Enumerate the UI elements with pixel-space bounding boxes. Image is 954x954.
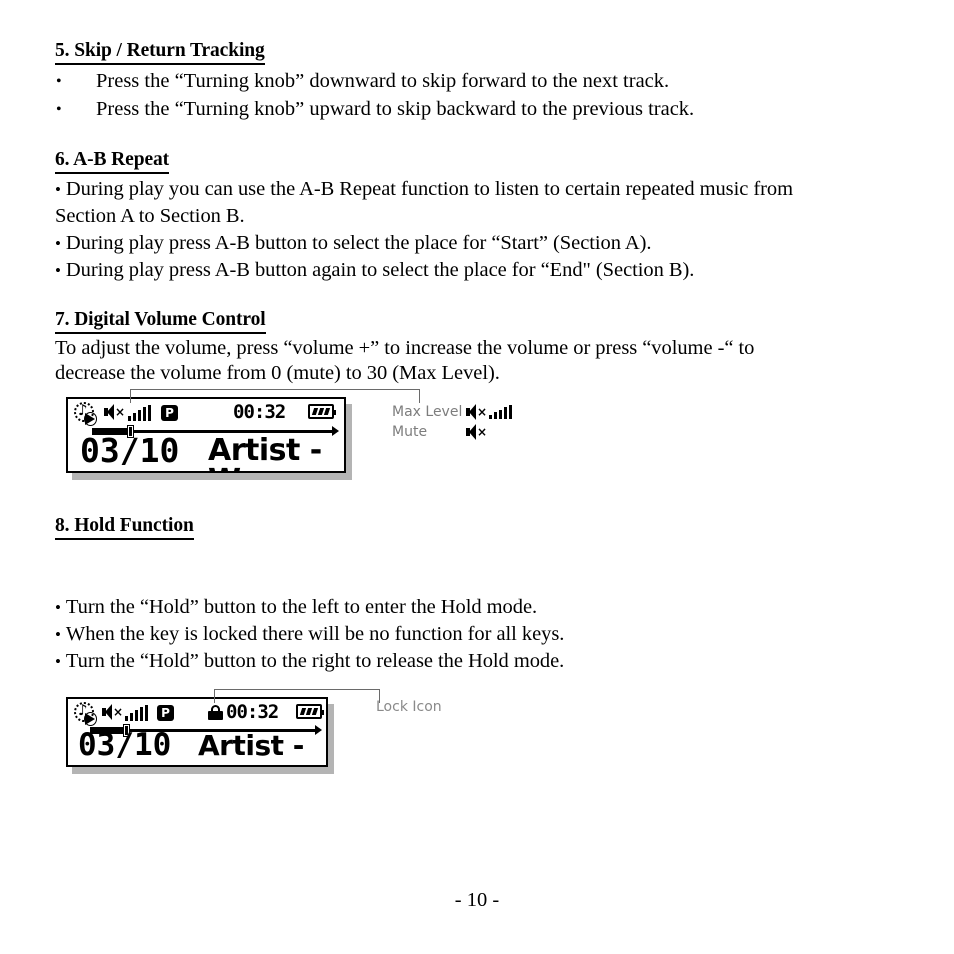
paragraph-ab-repeat-line2: Section A to Section B. bbox=[55, 203, 245, 230]
speaker-icon: × bbox=[102, 704, 123, 720]
lcd-track-number: 03/10 bbox=[78, 727, 172, 763]
callout-line-horizontal bbox=[130, 389, 420, 390]
lcd-track-row: 03/10 Artist - Wa bbox=[68, 727, 326, 766]
lock-body bbox=[208, 711, 223, 720]
list-item: • Turn the “Hold” button to the left to e… bbox=[55, 594, 537, 621]
list-item: • During play press A-B button again to s… bbox=[55, 257, 694, 284]
battery-icon bbox=[296, 704, 324, 719]
page-number-text: - 10 - bbox=[454, 889, 500, 911]
annotation-max-level-label: Max Level bbox=[392, 404, 463, 420]
lcd-screen-hold: ♪ × P 00:32 03/10 Artist - bbox=[66, 697, 328, 767]
list-item-text: During play press A-B button to select t… bbox=[65, 232, 652, 254]
speaker-waves: × bbox=[477, 405, 488, 419]
heading-ab-repeat: 6. A-B Repeat bbox=[55, 150, 169, 174]
figure-hold-display: ♪ × P 00:32 03/10 Artist - bbox=[66, 689, 380, 774]
heading-ab-repeat-text: 6. A-B Repeat bbox=[55, 150, 169, 174]
speaker-waves: × bbox=[477, 425, 488, 439]
heading-skip-return-tracking: 5. Skip / Return Tracking bbox=[55, 41, 265, 65]
paragraph-volume-line2: decrease the volume from 0 (mute) to 30 … bbox=[55, 360, 500, 387]
paragraph-volume-line1: To adjust the volume, press “volume +” t… bbox=[55, 335, 754, 362]
paragraph-ab-repeat-line1: • During play you can use the A-B Repeat … bbox=[55, 176, 793, 203]
list-item-text: Press the “Turning knob” upward to skip … bbox=[96, 98, 695, 120]
music-note-icon: ♪ bbox=[74, 402, 100, 428]
list-item-text: When the key is locked there will be no … bbox=[65, 623, 565, 645]
lcd-track-number: 03/10 bbox=[80, 431, 180, 470]
speaker-waves: × bbox=[115, 405, 126, 419]
lock-icon bbox=[208, 705, 223, 720]
list-item: • During play press A-B button to select … bbox=[55, 230, 652, 257]
annotation-mute: Mute × bbox=[392, 424, 489, 440]
list-item-text: During play press A-B button again to se… bbox=[65, 259, 695, 281]
bullet-dot: • bbox=[55, 180, 61, 199]
list-item: • When the key is locked there will be no… bbox=[55, 621, 564, 648]
list-item: • Press the “Turning knob” upward to ski… bbox=[56, 96, 694, 123]
speaker-cone-flare bbox=[107, 404, 114, 420]
bullet-dot: • bbox=[55, 625, 61, 644]
play-mode-badge: P bbox=[157, 705, 174, 721]
bullet-dot: • bbox=[56, 101, 62, 118]
bullet-dot: • bbox=[55, 598, 61, 617]
heading-hold-function-text: 8. Hold Function bbox=[55, 516, 194, 540]
speaker-cone-flare bbox=[105, 704, 112, 720]
speaker-glyph: × bbox=[466, 404, 487, 420]
lcd-track-title: Artist - Wa bbox=[208, 433, 322, 472]
annotation-lock-icon-label: Lock Icon bbox=[376, 699, 442, 715]
list-item-text: Press the “Turning knob” downward to ski… bbox=[96, 70, 670, 92]
callout-line-vertical bbox=[214, 689, 215, 703]
paragraph-text: To adjust the volume, press “volume +” t… bbox=[55, 337, 755, 359]
speaker-waves: × bbox=[113, 705, 124, 719]
figure-volume-display: ♪ × P 00:32 03/10 Artist - bbox=[66, 389, 420, 480]
annotation-max-level: Max Level × bbox=[392, 404, 512, 420]
callout-line-horizontal bbox=[214, 689, 380, 690]
heading-hold-function: 8. Hold Function bbox=[55, 516, 194, 540]
volume-level-bars bbox=[128, 405, 151, 421]
bullet-dot: • bbox=[55, 234, 61, 253]
annotation-lock-icon: Lock Icon bbox=[376, 698, 442, 717]
speaker-icon: × bbox=[466, 424, 487, 440]
callout-line-vertical-end bbox=[419, 389, 420, 403]
speaker-glyph: × bbox=[466, 424, 487, 440]
lcd-time: 00:32 bbox=[226, 701, 279, 723]
list-item-text: Turn the “Hold” button to the right to r… bbox=[65, 650, 565, 672]
lcd-track-row: 03/10 Artist - Wa bbox=[68, 431, 344, 471]
heading-digital-volume-control-text: 7. Digital Volume Control bbox=[55, 310, 266, 334]
speaker-icon: × bbox=[466, 404, 487, 420]
annotation-mute-label: Mute bbox=[392, 424, 428, 440]
lcd-time: 00:32 bbox=[233, 401, 286, 423]
volume-level-bars bbox=[489, 405, 512, 419]
paragraph-text: decrease the volume from 0 (mute) to 30 … bbox=[55, 362, 500, 384]
heading-skip-return-tracking-text: 5. Skip / Return Tracking bbox=[55, 41, 265, 65]
volume-level-bars bbox=[125, 705, 148, 721]
play-icon bbox=[84, 712, 97, 726]
speaker-cone-flare bbox=[469, 404, 476, 420]
document-page: 5. Skip / Return Tracking • Press the “T… bbox=[0, 0, 954, 954]
battery-icon bbox=[308, 404, 336, 419]
lcd-track-title: Artist - Wa bbox=[198, 729, 304, 766]
speaker-icon: × bbox=[104, 404, 125, 420]
speaker-cone-flare bbox=[469, 424, 476, 440]
play-mode-badge: P bbox=[161, 405, 178, 421]
bullet-dot: • bbox=[55, 652, 61, 671]
list-item: • Turn the “Hold” button to the right to … bbox=[55, 648, 564, 675]
paragraph-text: During play you can use the A-B Repeat f… bbox=[65, 178, 794, 200]
play-icon bbox=[84, 412, 97, 426]
list-item: • Press the “Turning knob” downward to s… bbox=[56, 68, 669, 95]
bullet-dot: • bbox=[55, 261, 61, 280]
lcd-screen-volume: ♪ × P 00:32 03/10 Artist - bbox=[66, 397, 346, 473]
page-number: - 10 - bbox=[0, 889, 954, 912]
paragraph-text: Section A to Section B. bbox=[55, 205, 245, 227]
bullet-dot: • bbox=[56, 73, 62, 90]
list-item-text: Turn the “Hold” button to the left to en… bbox=[65, 596, 538, 618]
callout-line-vertical bbox=[130, 389, 131, 403]
heading-digital-volume-control: 7. Digital Volume Control bbox=[55, 310, 266, 334]
lcd-status-row: ♪ × P 00:32 bbox=[68, 399, 344, 429]
